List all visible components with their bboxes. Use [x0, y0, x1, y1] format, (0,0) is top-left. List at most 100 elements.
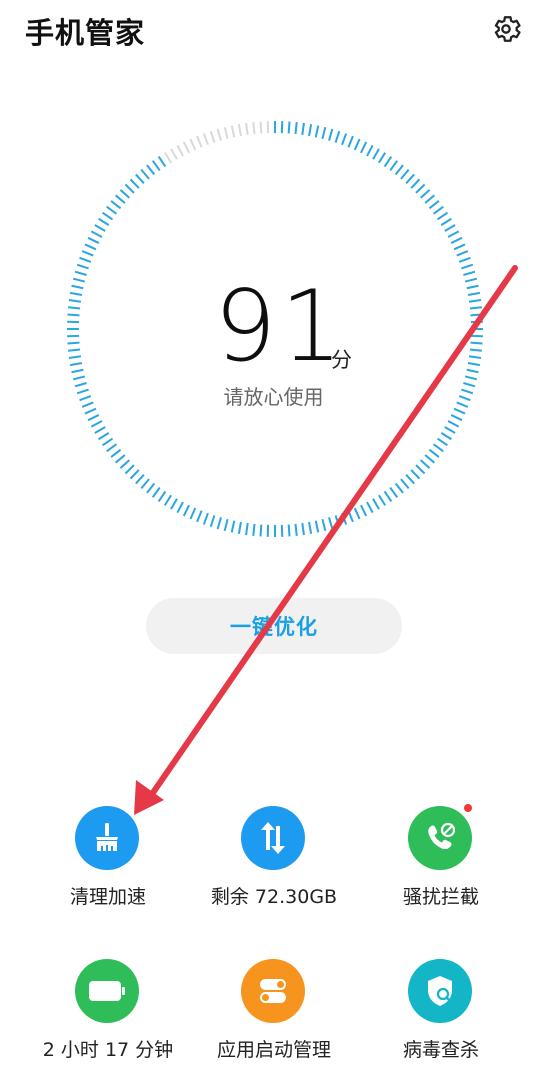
- dial-tick: [106, 443, 118, 453]
- dial-tick: [176, 144, 184, 157]
- feature-storage[interactable]: 剩余 72.30GB: [183, 806, 365, 926]
- dial-tick: [378, 494, 387, 506]
- dial-tick: [294, 122, 298, 135]
- dial-tick: [328, 517, 334, 530]
- dial-tick: [223, 126, 229, 140]
- dial-tick: [176, 501, 184, 514]
- dial-tick: [341, 133, 348, 146]
- dial-tick: [182, 141, 190, 154]
- dial-tick: [209, 515, 216, 528]
- dial-tick: [140, 169, 150, 180]
- dial-tick: [237, 521, 242, 535]
- dial-tick: [252, 122, 256, 135]
- dial-tick: [119, 459, 131, 469]
- dial-tick: [151, 486, 161, 498]
- dial-tick: [129, 178, 140, 189]
- dial-tick: [334, 130, 341, 143]
- dial-tick: [237, 123, 242, 137]
- dial-tick: [110, 448, 122, 458]
- dial-tick: [202, 512, 209, 525]
- toggle-icon: [241, 959, 305, 1023]
- dial-tick: [378, 152, 387, 164]
- notification-dot: [464, 804, 472, 812]
- dial-tick: [456, 250, 469, 257]
- dial-tick: [90, 420, 103, 428]
- dial-tick: [87, 414, 100, 422]
- settings-button[interactable]: [486, 9, 526, 49]
- dial-tick: [453, 243, 466, 251]
- dial-tick: [301, 522, 305, 536]
- dial-tick: [189, 507, 197, 520]
- dial-tick: [102, 437, 114, 447]
- dial-tick: [447, 420, 460, 428]
- dial-tick: [81, 250, 94, 257]
- dial-tick: [129, 469, 140, 480]
- dial-tick: [372, 148, 380, 160]
- dial-tick: [216, 517, 222, 530]
- dial-tick: [394, 482, 404, 494]
- dial-tick: [410, 178, 421, 189]
- feature-label: 清理加速: [69, 886, 146, 908]
- dial-tick: [79, 256, 92, 263]
- feature-virus-scan[interactable]: 病毒查杀: [350, 959, 532, 1079]
- dial-tick: [447, 230, 460, 238]
- dial-tick: [405, 473, 415, 485]
- dial-tick: [170, 148, 178, 160]
- dial-tick: [440, 217, 452, 226]
- dial-tick: [328, 128, 334, 141]
- dial-tick: [294, 523, 298, 536]
- dial-tick: [157, 490, 167, 502]
- dial-tick: [189, 138, 197, 151]
- dial-tick: [230, 520, 236, 533]
- one-click-optimize-button[interactable]: 一键优化: [146, 598, 402, 654]
- dial-tick: [90, 230, 103, 238]
- dial-tick: [347, 510, 354, 523]
- feature-app-launch[interactable]: 应用启动管理: [183, 959, 365, 1079]
- dial-tick: [389, 160, 399, 172]
- dial-tick: [400, 169, 410, 180]
- feature-label: 病毒查杀: [402, 1039, 479, 1061]
- dial-tick: [223, 518, 229, 532]
- dial-tick: [308, 521, 313, 535]
- dial-tick: [410, 469, 421, 480]
- dial-tick: [334, 515, 341, 528]
- dial-tick: [424, 194, 435, 204]
- dial-tick: [432, 205, 444, 215]
- dial-tick: [230, 125, 236, 138]
- feature-battery[interactable]: 2 小时 17 分钟: [17, 959, 199, 1079]
- feature-clean-speedup[interactable]: 清理加速: [17, 806, 199, 926]
- dial-tick: [110, 200, 122, 210]
- dial-tick: [444, 426, 456, 434]
- dial-tick: [84, 243, 97, 251]
- battery-icon: [75, 959, 139, 1023]
- dial-tick: [353, 507, 361, 520]
- dial-tick: [301, 122, 305, 136]
- dial-tick: [314, 520, 320, 533]
- dial-tick: [196, 510, 203, 523]
- feature-harassment-block[interactable]: 骚扰拦截: [350, 804, 532, 926]
- dial-tick: [366, 501, 374, 514]
- dial-tick: [461, 263, 474, 270]
- dial-tick: [245, 522, 249, 536]
- dial-tick: [119, 189, 131, 199]
- broom-icon: [75, 806, 139, 870]
- dial-tick: [140, 478, 150, 489]
- dial-tick: [124, 183, 135, 194]
- dial-tick: [415, 183, 426, 194]
- dial-tick: [259, 524, 263, 537]
- dial-tick: [400, 478, 410, 489]
- score-status: 请放心使用: [223, 385, 324, 409]
- dial-tick: [135, 473, 145, 485]
- dial-tick: [444, 224, 456, 232]
- dial-tick: [424, 454, 435, 464]
- dial-tick: [157, 156, 167, 168]
- dial-tick: [170, 498, 178, 510]
- dial-tick: [360, 504, 368, 517]
- dial-tick: [146, 164, 156, 176]
- dial-tick: [458, 256, 471, 263]
- dial-tick: [440, 432, 452, 441]
- dial-tick: [321, 518, 327, 532]
- dial-tick: [216, 128, 222, 141]
- dial-tick: [389, 486, 399, 498]
- gear-icon: [494, 16, 521, 42]
